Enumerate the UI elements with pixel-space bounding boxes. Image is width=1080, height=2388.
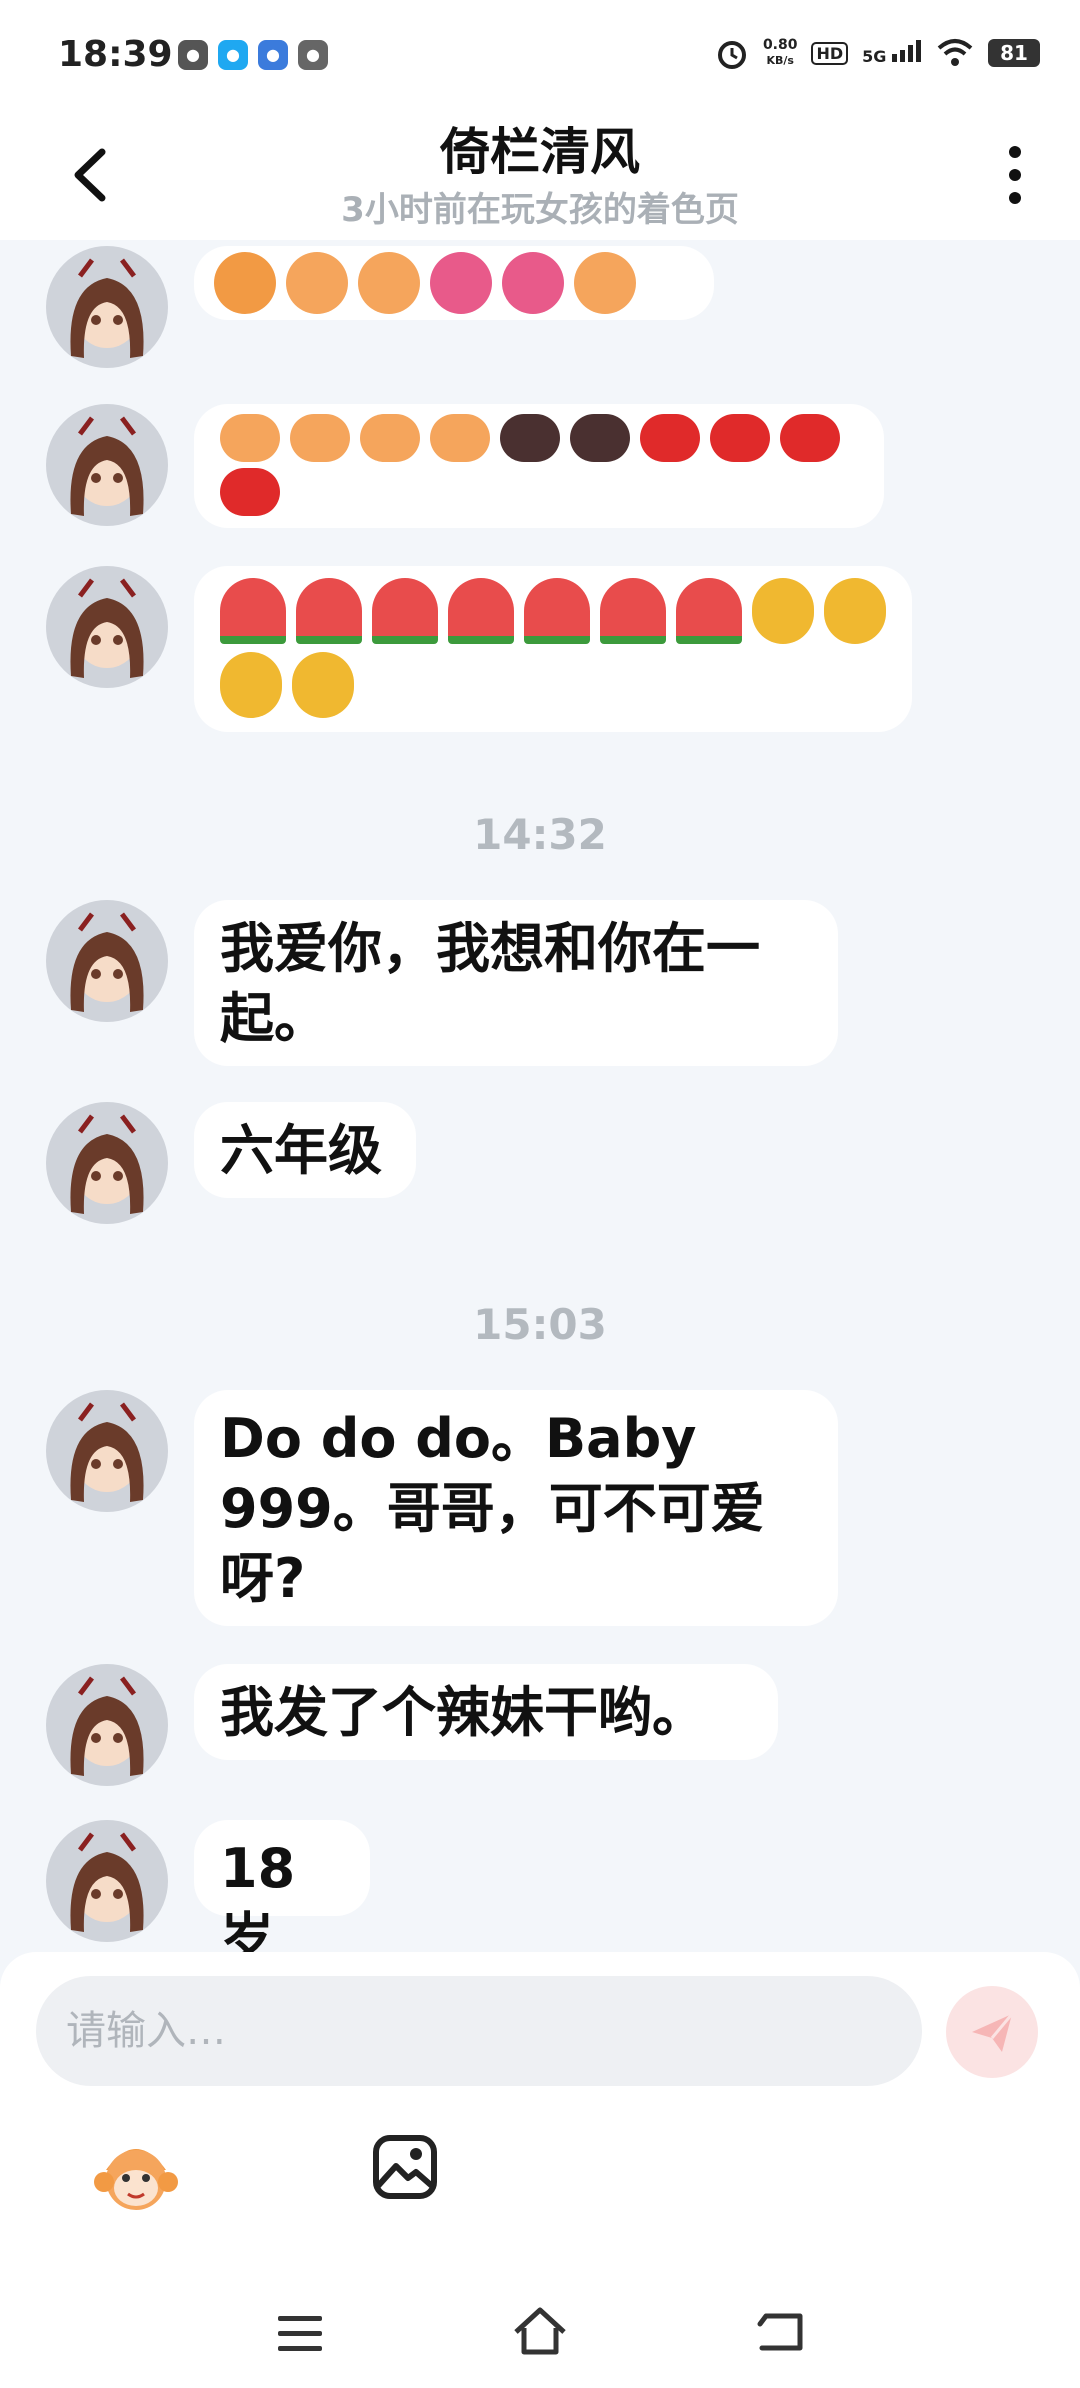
monkey-emoji-icon [574, 252, 636, 314]
monkey-emoji-icon [360, 414, 420, 462]
wechat-icon: ● [178, 40, 208, 70]
chat-header: 倚栏清风 3小时前在玩女孩的着色页 [0, 110, 1080, 240]
avatar[interactable] [46, 246, 168, 368]
monkey-heart-icon [220, 468, 280, 516]
status-bar: 18:39 ● ● ● ● 0.80 KB/s HD 5G 81 [0, 0, 1080, 110]
image-icon[interactable] [370, 2132, 440, 2202]
watermelon-icon [296, 578, 362, 644]
avatar[interactable] [46, 900, 168, 1022]
message-bubble[interactable]: 六年级 [194, 1102, 416, 1198]
avatar[interactable] [46, 404, 168, 526]
watermelon-icon [372, 578, 438, 644]
monkey-emoji-icon [430, 252, 492, 314]
watermelon-icon [676, 578, 742, 644]
baidu-icon: ● [258, 40, 288, 70]
recents-icon[interactable] [276, 2314, 324, 2354]
system-nav-bar [0, 2270, 1080, 2388]
notification-icons: ● ● ● ● [178, 40, 328, 70]
avatar[interactable] [46, 1664, 168, 1786]
monkey-emoji-icon [502, 252, 564, 314]
sticker-bubble[interactable] [194, 404, 884, 528]
monkey-emoji-icon [286, 252, 348, 314]
money-bag-icon [292, 652, 354, 718]
network-speed: 0.80 KB/s [762, 37, 798, 68]
monkey-heart-icon [710, 414, 770, 462]
message-bubble[interactable]: 18岁 [194, 1820, 370, 1952]
send-icon [972, 2013, 1014, 2052]
monkey-headphones-icon [500, 414, 560, 462]
timestamp: 14:32 [473, 810, 607, 859]
more-vertical-icon[interactable] [1000, 140, 1030, 210]
back-nav-icon[interactable] [756, 2310, 806, 2354]
sticker-bubble[interactable] [194, 246, 714, 320]
watermelon-icon [220, 578, 286, 644]
message-input[interactable]: 请输入… [36, 1976, 922, 2086]
monkey-emoji-icon [290, 414, 350, 462]
get-sticker-icon [214, 252, 276, 314]
signal-5g: 5G [862, 40, 922, 66]
avatar[interactable] [46, 1102, 168, 1224]
watermelon-icon [448, 578, 514, 644]
timestamp: 15:03 [473, 1300, 607, 1349]
alarm-icon [717, 41, 746, 69]
monkey-emoji-icon [430, 414, 490, 462]
avatar[interactable] [46, 1390, 168, 1512]
audio-icon: ● [298, 40, 328, 70]
sticker-bubble[interactable] [194, 566, 912, 732]
avatar[interactable] [46, 566, 168, 688]
status-right: 0.80 KB/s HD 5G 81 [715, 36, 1040, 70]
monkey-emoji-icon [220, 414, 280, 462]
contact-status: 3小时前在玩女孩的着色页 [341, 190, 739, 230]
money-bag-icon [220, 652, 282, 718]
monkey-heart-icon [780, 414, 840, 462]
hd-badge: HD [811, 41, 849, 65]
watermelon-icon [524, 578, 590, 644]
monkey-emoji-icon [358, 252, 420, 314]
wifi-icon [937, 39, 973, 66]
monkey-headphones-icon [570, 414, 630, 462]
money-bag-icon [752, 578, 814, 644]
send-button[interactable] [946, 1986, 1038, 2078]
monkey-emoji-icon[interactable] [92, 2130, 180, 2218]
message-bubble[interactable]: 我爱你，我想和你在一起。 [194, 900, 838, 1066]
signal-icon [892, 40, 921, 62]
message-bubble[interactable]: Do do do。Baby 999。哥哥，可不可爱呀? [194, 1390, 838, 1626]
watermelon-icon [600, 578, 666, 644]
chat-area[interactable]: 14:32 我爱你，我想和你在一起。 六年级 15:03 Do do do。Ba… [0, 240, 1080, 1952]
battery-indicator: 81 [988, 39, 1040, 67]
contact-name: 倚栏清风 [440, 123, 640, 181]
money-bag-icon [824, 578, 886, 644]
qq-icon: ● [218, 40, 248, 70]
message-bubble[interactable]: 我发了个辣妹干哟。 [194, 1664, 778, 1760]
avatar[interactable] [46, 1820, 168, 1942]
monkey-heart-icon [640, 414, 700, 462]
home-icon[interactable] [512, 2306, 568, 2356]
status-time: 18:39 [58, 34, 173, 75]
